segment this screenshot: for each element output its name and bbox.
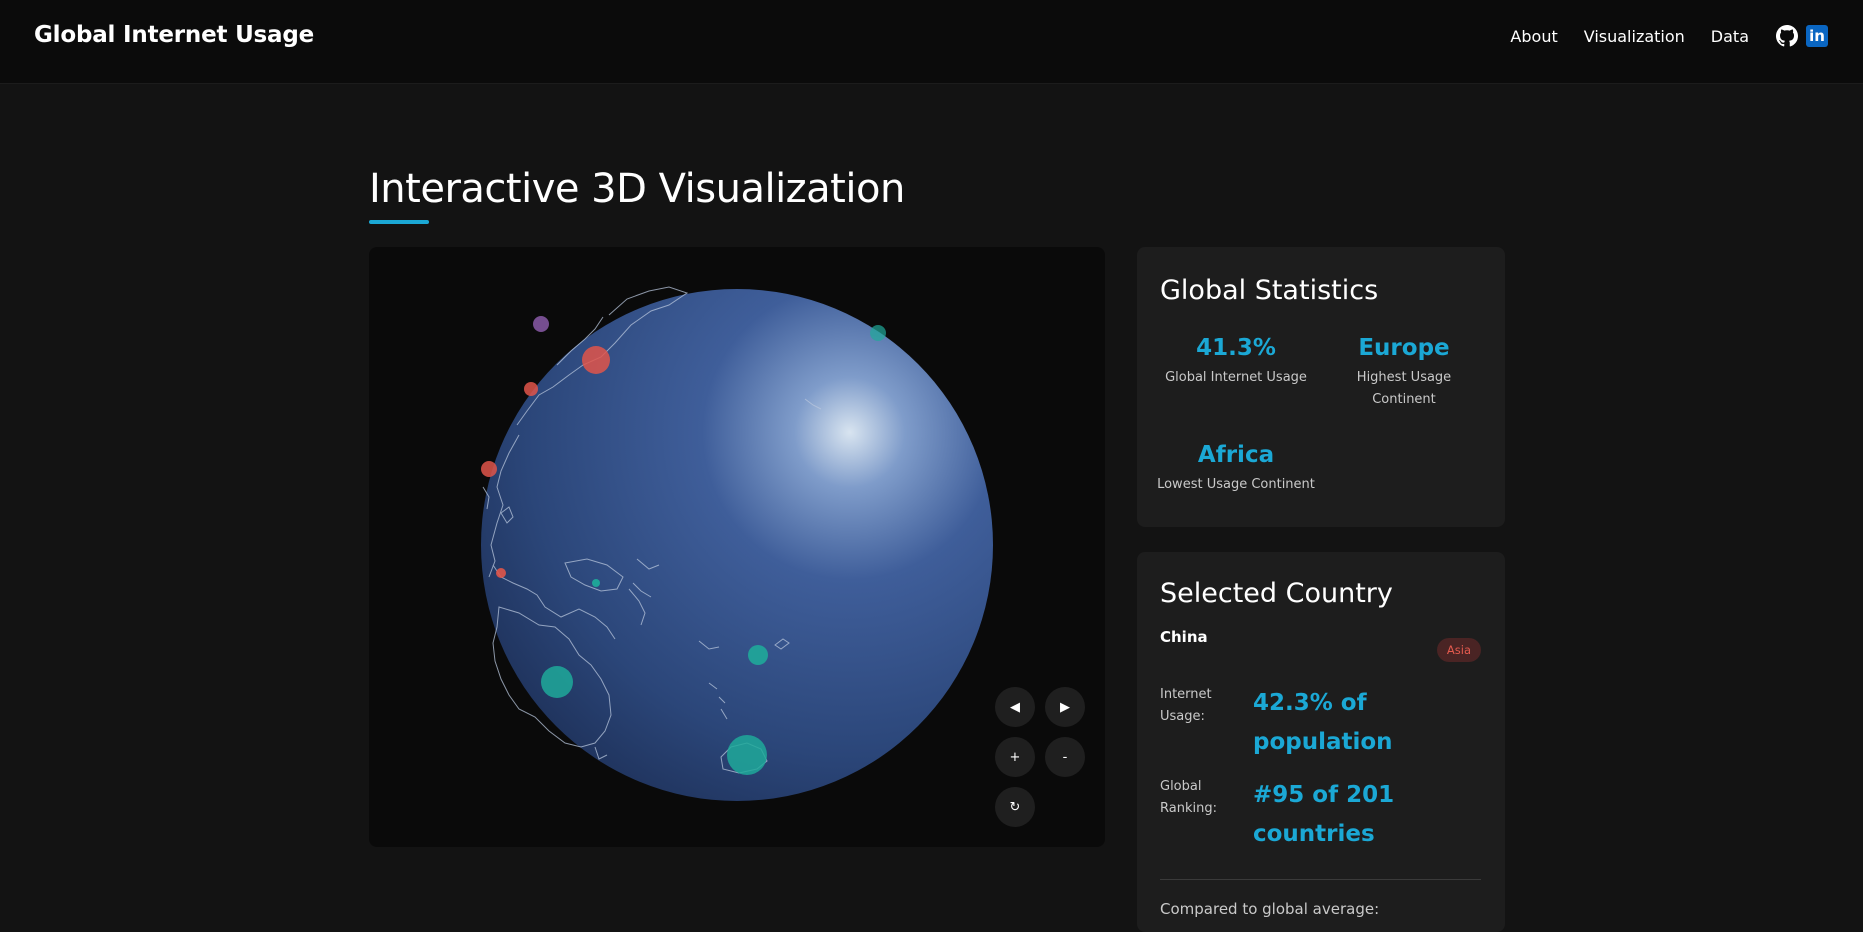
country-marker[interactable] bbox=[748, 645, 768, 665]
selected-country-title: Selected Country bbox=[1160, 578, 1393, 609]
country-marker[interactable] bbox=[481, 461, 497, 477]
title-underline bbox=[369, 220, 429, 224]
nav-data-link[interactable]: Data bbox=[1711, 27, 1749, 46]
global-usage-value: 41.3% bbox=[1196, 335, 1276, 361]
nav-visualization-link[interactable]: Visualization bbox=[1584, 27, 1685, 46]
highest-continent-stat: Europe Highest Usage Continent bbox=[1319, 335, 1489, 411]
global-usage-label: Global Internet Usage bbox=[1165, 370, 1307, 385]
top-navbar: Global Internet Usage About Visualizatio… bbox=[0, 0, 1863, 84]
country-marker[interactable] bbox=[541, 666, 573, 698]
global-ranking-label: Global Ranking: bbox=[1160, 779, 1217, 816]
card-divider bbox=[1160, 879, 1481, 880]
country-marker[interactable] bbox=[870, 325, 886, 341]
nav-links: About Visualization Data in bbox=[1510, 24, 1835, 48]
country-marker[interactable] bbox=[592, 579, 600, 587]
highest-continent-value: Europe bbox=[1358, 335, 1450, 361]
country-name: China bbox=[1160, 628, 1208, 646]
globe-visualization-panel[interactable]: ◀ ▶ + - ↻ bbox=[369, 247, 1105, 847]
zoom-in-button[interactable]: + bbox=[995, 737, 1035, 777]
linkedin-glyph: in bbox=[1806, 25, 1828, 47]
section-title: Interactive 3D Visualization bbox=[369, 166, 905, 212]
country-marker[interactable] bbox=[582, 346, 610, 374]
country-marker[interactable] bbox=[533, 316, 549, 332]
global-ranking-value: #95 of 201 countries bbox=[1253, 782, 1395, 847]
lowest-continent-label: Lowest Usage Continent bbox=[1157, 477, 1315, 492]
lowest-continent-stat: Africa Lowest Usage Continent bbox=[1151, 442, 1321, 496]
compare-label: Compared to global average: bbox=[1160, 900, 1380, 918]
country-marker[interactable] bbox=[524, 382, 538, 396]
nav-about-link[interactable]: About bbox=[1510, 27, 1557, 46]
linkedin-icon[interactable]: in bbox=[1805, 24, 1829, 48]
global-usage-stat: 41.3% Global Internet Usage bbox=[1151, 335, 1321, 389]
country-marker[interactable] bbox=[727, 735, 767, 775]
rotate-left-button[interactable]: ◀ bbox=[995, 687, 1035, 727]
github-icon[interactable] bbox=[1775, 24, 1799, 48]
brand-title[interactable]: Global Internet Usage bbox=[34, 22, 314, 48]
global-statistics-title: Global Statistics bbox=[1160, 275, 1379, 306]
rotate-right-button[interactable]: ▶ bbox=[1045, 687, 1085, 727]
reset-view-button[interactable]: ↻ bbox=[995, 787, 1035, 827]
internet-usage-value: 42.3% of population bbox=[1253, 690, 1393, 755]
zoom-out-button[interactable]: - bbox=[1045, 737, 1085, 777]
continent-badge: Asia bbox=[1436, 638, 1481, 662]
highest-continent-label: Highest Usage Continent bbox=[1356, 370, 1452, 407]
internet-usage-label: Internet Usage: bbox=[1160, 687, 1212, 724]
global-statistics-card: Global Statistics 41.3% Global Internet … bbox=[1137, 247, 1505, 527]
globe-sphere[interactable] bbox=[481, 289, 993, 801]
lowest-continent-value: Africa bbox=[1197, 442, 1275, 468]
country-marker[interactable] bbox=[496, 568, 506, 578]
selected-country-card: Selected Country China Asia Internet Usa… bbox=[1137, 552, 1505, 932]
